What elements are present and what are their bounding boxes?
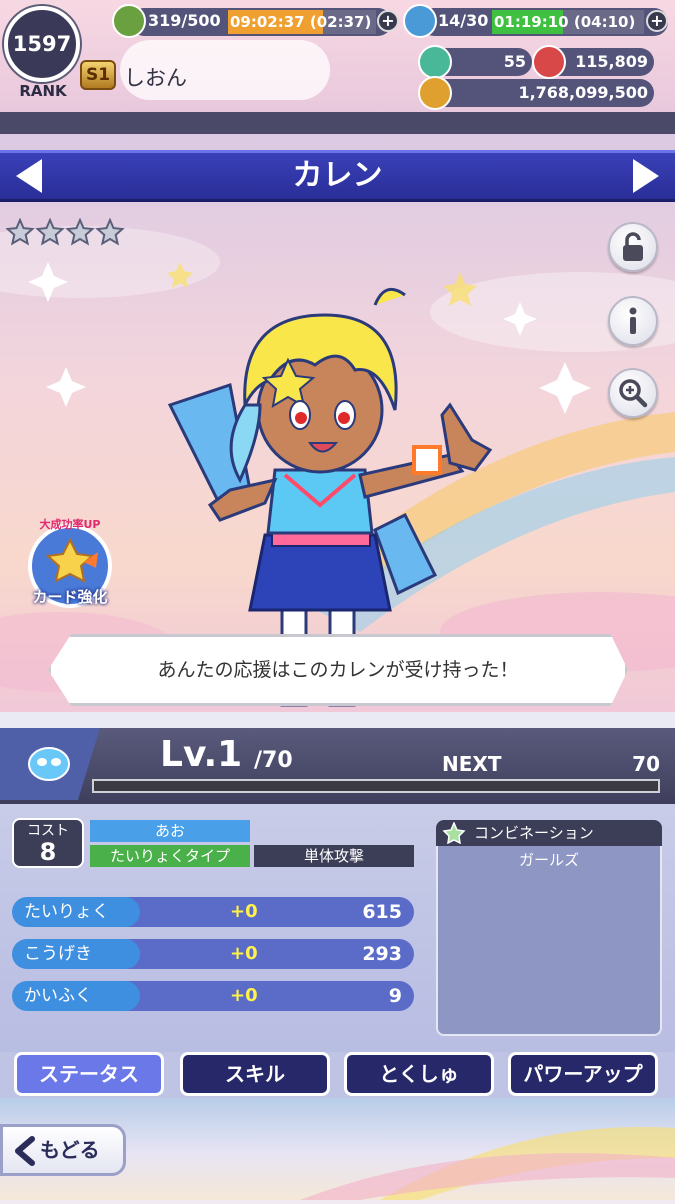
stamina-timer-track: 09:02:37 (02:37): [228, 10, 376, 34]
next-label: NEXT: [442, 752, 502, 776]
rank-circle[interactable]: 1597: [4, 6, 80, 82]
tab-power-up[interactable]: パワーアップ: [508, 1052, 658, 1096]
tab-status[interactable]: ステータス: [14, 1052, 164, 1096]
magic-value: 14/30: [438, 11, 489, 30]
lock-button[interactable]: [608, 222, 658, 272]
rarity-stars: [6, 218, 125, 246]
stat-row-hp: たいりょく +0 615: [12, 897, 414, 927]
stat-row-attack: こうげき +0 293: [12, 939, 414, 969]
rarity-star-icon: [95, 218, 125, 246]
stat-bonus: +0: [230, 943, 258, 964]
prev-character-arrow-icon[interactable]: [10, 155, 50, 197]
stat-name: こうげき: [12, 939, 140, 969]
combination-title: コンビネーション: [474, 824, 594, 842]
zoom-icon: [619, 379, 648, 408]
back-chevron-icon: [15, 1136, 35, 1166]
stat-name: たいりょく: [12, 897, 140, 927]
promo-badge-bottom-text: カード強化: [32, 588, 108, 606]
ticket-count: 115,809: [575, 52, 648, 71]
type-attribute: たいりょくタイプ: [90, 845, 250, 867]
tab-skill[interactable]: スキル: [180, 1052, 330, 1096]
level-max: /70: [254, 748, 293, 773]
level-current: 1: [217, 734, 243, 775]
title-badge: S1: [80, 60, 116, 90]
stamina-value: 319/500: [148, 11, 221, 30]
tab-special[interactable]: とくしゅ: [344, 1052, 494, 1096]
stamina-timer: 09:02:37 (02:37): [230, 13, 372, 31]
blue-puyo-icon: [28, 747, 70, 781]
info-icon: [629, 307, 637, 334]
combination-item: ガールズ: [518, 851, 579, 869]
color-attribute: あお: [90, 820, 250, 842]
next-value: 70: [632, 752, 660, 776]
stat-value: 293: [362, 943, 402, 965]
zoom-button[interactable]: [608, 368, 658, 418]
rarity-star-icon: [6, 218, 35, 246]
rarity-star-icon: [65, 218, 95, 246]
combination-icon: [442, 822, 466, 844]
potion-icon: [403, 4, 437, 38]
cost-label: コスト: [27, 823, 69, 839]
stone-count: 55: [503, 52, 526, 71]
back-label: もどる: [40, 1138, 100, 1162]
magic-timer-track: 01:19:10 (04:10): [492, 10, 644, 34]
promo-badge-top-text: 大成功率UP: [39, 518, 101, 531]
stat-row-recovery: かいふく +0 9: [12, 981, 414, 1011]
magic-timer: 01:19:10 (04:10): [494, 13, 636, 31]
level-display: Lv.1: [160, 734, 242, 775]
green-stone-icon: [418, 45, 452, 79]
cost-value: 8: [39, 838, 57, 866]
ticket-icon: [532, 45, 566, 79]
level-prefix: Lv.: [160, 734, 218, 775]
lock-icon: [623, 232, 643, 261]
stat-value: 615: [362, 901, 402, 923]
rarity-star-icon: [35, 218, 65, 246]
magic-plus-button[interactable]: +: [646, 10, 668, 32]
stat-name: かいふく: [12, 981, 140, 1011]
rank-label: RANK: [19, 82, 67, 100]
coin-icon: [418, 76, 452, 110]
character-quote: あんたの応援はこのカレンが受け持った！: [157, 659, 519, 681]
coin-count: 1,768,099,500: [518, 83, 648, 102]
stat-bonus: +0: [230, 985, 258, 1006]
stat-value: 9: [388, 985, 402, 1007]
info-button[interactable]: [608, 296, 658, 346]
stat-bonus: +0: [230, 901, 258, 922]
leaf-stamina-icon: [112, 4, 146, 38]
scene-top-strip: [0, 112, 675, 134]
exp-bar: [92, 779, 660, 793]
attack-attribute: 単体攻撃: [254, 845, 414, 867]
stamina-plus-button[interactable]: +: [377, 10, 399, 32]
next-character-arrow-icon[interactable]: [625, 155, 665, 197]
player-name: しおん: [124, 66, 187, 90]
character-name: カレン: [292, 158, 383, 193]
